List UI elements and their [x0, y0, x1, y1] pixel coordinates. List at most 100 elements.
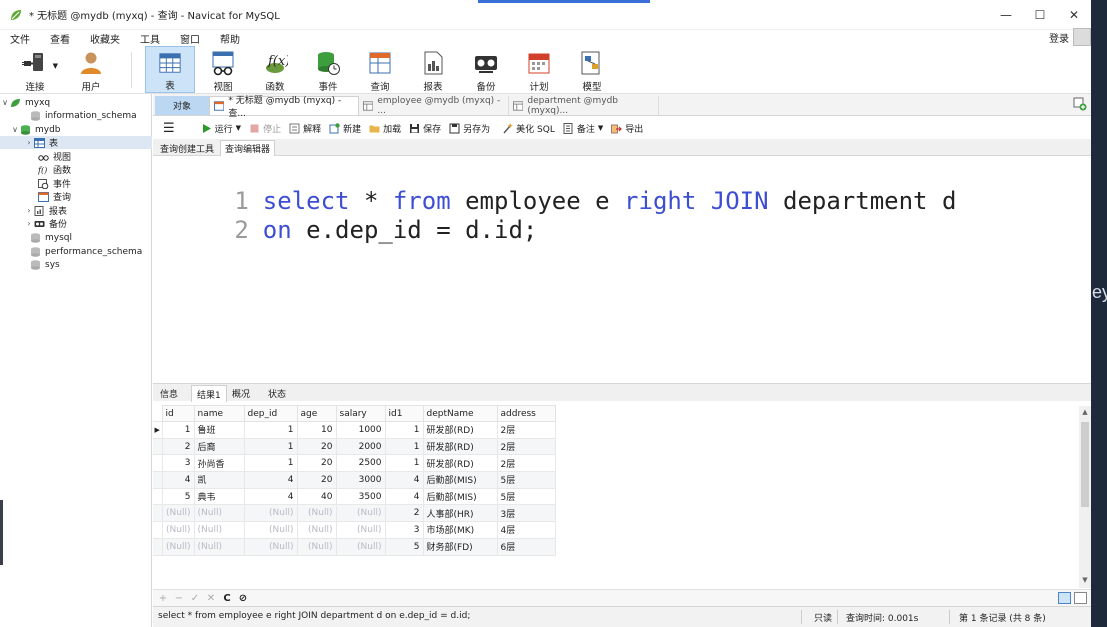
nav-item-performance-schema[interactable]: performance_schema — [0, 245, 152, 258]
table-cell-id[interactable]: 4 — [161, 471, 195, 489]
table-cell-id[interactable]: (Null) — [161, 537, 195, 556]
chevron-down-icon[interactable]: ∨ — [0, 98, 10, 107]
table-cell-salary[interactable]: 3000 — [335, 471, 386, 489]
column-header[interactable]: dep_id — [243, 405, 298, 422]
maximize-button[interactable]: ☐ — [1023, 0, 1057, 30]
load-button[interactable]: 加载 — [369, 122, 401, 135]
nav-item-myxq[interactable]: ∨ myxq — [0, 96, 152, 109]
export-button[interactable]: 导出 — [611, 122, 643, 135]
table-row[interactable]: 4 凯 4 20 3000 4 后勤部(MIS) 5层 — [153, 471, 556, 489]
table-cell-age[interactable]: (Null) — [296, 537, 337, 556]
table-cell-name[interactable]: 孙尚香 — [193, 454, 245, 473]
tab-profile[interactable]: 概况 — [227, 385, 255, 402]
table-row[interactable]: (Null) (Null) (Null) (Null) (Null) 2 人事部(HR) 3层 — [153, 504, 556, 523]
table-cell-address[interactable]: 2层 — [496, 437, 556, 456]
row-indicator[interactable] — [153, 537, 163, 556]
table-row[interactable]: (Null) (Null) (Null) (Null) (Null) 5 财务部(FD) 6层 — [153, 537, 556, 556]
table-cell-salary[interactable]: (Null) — [335, 537, 386, 556]
schedule-button[interactable]: 计划 — [514, 46, 564, 93]
nav-item-backups[interactable]: › 备份 — [0, 217, 152, 230]
table-cell-deptName[interactable]: 人事部(HR) — [422, 504, 498, 523]
table-cell-address[interactable]: 2层 — [496, 421, 556, 439]
table-cell-age[interactable]: 20 — [296, 437, 337, 456]
table-cell-name[interactable]: (Null) — [193, 521, 245, 539]
column-header[interactable]: deptName — [422, 405, 498, 422]
scroll-up-icon[interactable]: ▲ — [1079, 408, 1091, 420]
row-indicator[interactable] — [153, 487, 163, 506]
model-button[interactable]: 模型 — [567, 46, 617, 93]
tab-result-1[interactable]: 结果1 — [191, 385, 227, 402]
column-header[interactable]: age — [296, 405, 337, 422]
explain-button[interactable]: 解释 — [289, 122, 321, 135]
table-cell-name[interactable]: 典韦 — [193, 487, 245, 506]
vertical-scrollbar[interactable]: ▲ ▼ — [1079, 406, 1091, 588]
table-cell-name[interactable]: 凯 — [193, 471, 245, 489]
login-link[interactable]: 登录 — [1049, 30, 1069, 45]
function-button[interactable]: f(x) 函数 — [250, 46, 300, 93]
table-cell-dep_id[interactable]: (Null) — [243, 504, 298, 523]
scrollbar-thumb[interactable] — [1081, 422, 1089, 507]
table-cell-address[interactable]: 5层 — [496, 471, 556, 489]
row-indicator[interactable] — [153, 504, 163, 523]
table-cell-id1[interactable]: 4 — [384, 487, 424, 506]
row-indicator[interactable] — [153, 471, 163, 489]
minimize-button[interactable]: — — [989, 0, 1023, 30]
table-cell-salary[interactable]: 2500 — [335, 454, 386, 473]
table-cell-deptName[interactable]: 后勤部(MIS) — [422, 471, 498, 489]
table-cell-id1[interactable]: 1 — [384, 421, 424, 439]
nav-item-tables[interactable]: › 表 — [0, 136, 152, 149]
table-row[interactable]: 5 典韦 4 40 3500 4 后勤部(MIS) 5层 — [153, 487, 556, 506]
query-button[interactable]: 查询 — [355, 46, 405, 93]
table-row[interactable]: 3 孙尚香 1 20 2500 1 研发部(RD) 2层 — [153, 454, 556, 473]
table-cell-id[interactable]: (Null) — [161, 504, 195, 523]
table-cell-id1[interactable]: 1 — [384, 437, 424, 456]
nav-item-information-schema[interactable]: information_schema — [0, 109, 152, 122]
table-cell-age[interactable]: 20 — [296, 471, 337, 489]
stop-loading-button[interactable]: ⊘ — [235, 593, 251, 604]
hamburger-menu-icon[interactable]: ☰ — [163, 121, 175, 136]
table-cell-age[interactable]: (Null) — [296, 521, 337, 539]
table-cell-id1[interactable]: 1 — [384, 454, 424, 473]
table-cell-salary[interactable]: (Null) — [335, 521, 386, 539]
table-row[interactable]: ▶ 1 鲁班 1 10 1000 1 研发部(RD) 2层 — [153, 421, 556, 439]
new-query-button[interactable]: 新建 — [329, 122, 361, 135]
connection-button[interactable]: ▼ 连接 — [10, 46, 60, 93]
report-button[interactable]: 报表 — [408, 46, 458, 93]
save-as-button[interactable]: 另存为 — [449, 122, 490, 135]
grid-view-icon[interactable] — [1058, 592, 1071, 604]
table-cell-dep_id[interactable]: 4 — [243, 471, 298, 489]
delete-record-button[interactable]: − — [171, 593, 187, 604]
table-cell-address[interactable]: 4层 — [496, 521, 556, 539]
sql-editor[interactable]: 1 select * from employee e right JOIN dep… — [153, 157, 1091, 382]
table-cell-id1[interactable]: 3 — [384, 521, 424, 539]
menu-help[interactable]: 帮助 — [220, 31, 240, 46]
beautify-sql-button[interactable]: 美化 SQL — [502, 122, 555, 135]
tab-query-editor[interactable]: 查询编辑器 — [220, 140, 276, 156]
nav-item-views[interactable]: 视图 — [0, 150, 152, 163]
table-cell-address[interactable]: 5层 — [496, 487, 556, 506]
nav-item-sys[interactable]: sys — [0, 258, 152, 271]
table-cell-deptName[interactable]: 研发部(RD) — [422, 437, 498, 456]
table-cell-dep_id[interactable]: (Null) — [243, 537, 298, 556]
tab-message[interactable]: 信息 — [155, 385, 183, 402]
table-cell-deptName[interactable]: 研发部(RD) — [422, 454, 498, 473]
tab-untitled-query[interactable]: * 无标题 @mydb (myxq) - 查... — [209, 96, 359, 119]
row-indicator[interactable] — [153, 521, 163, 539]
table-cell-name[interactable]: 鲁班 — [193, 421, 245, 439]
table-cell-dep_id[interactable]: (Null) — [243, 521, 298, 539]
column-header[interactable]: id — [161, 405, 195, 422]
view-button[interactable]: 视图 — [198, 46, 248, 93]
avatar[interactable] — [1073, 28, 1091, 46]
table-cell-dep_id[interactable]: 1 — [243, 437, 298, 456]
table-cell-name[interactable]: 后裔 — [193, 437, 245, 456]
scroll-down-icon[interactable]: ▼ — [1079, 576, 1091, 588]
run-button[interactable]: 运行 ▼ — [201, 122, 241, 135]
menu-tools[interactable]: 工具 — [140, 31, 160, 46]
table-cell-id1[interactable]: 4 — [384, 471, 424, 489]
row-indicator[interactable] — [153, 437, 163, 456]
table-row[interactable]: 2 后裔 1 20 2000 1 研发部(RD) 2层 — [153, 437, 556, 456]
event-button[interactable]: 事件 — [303, 46, 353, 93]
table-cell-id[interactable]: 5 — [161, 487, 195, 506]
tab-status[interactable]: 状态 — [263, 385, 291, 402]
menu-file[interactable]: 文件 — [10, 31, 30, 46]
